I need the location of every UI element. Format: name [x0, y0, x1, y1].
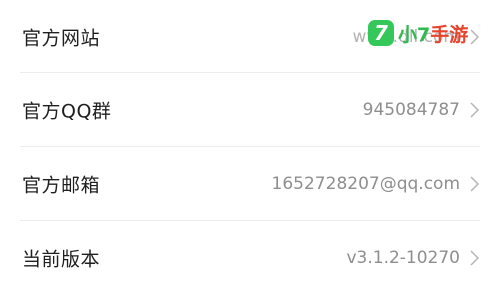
row-label: 官方网站	[22, 27, 101, 49]
official-email-row[interactable]: 官方邮箱 1652728207@qq.com	[0, 147, 500, 220]
row-label: 官方QQ群	[22, 100, 112, 122]
official-qq-group-row[interactable]: 官方QQ群 945084787	[0, 73, 500, 146]
watermark-logo: 7 小7手游	[368, 18, 468, 48]
row-label: 官方邮箱	[22, 174, 101, 196]
logo-text: 小7手游	[398, 20, 468, 47]
chevron-right-icon	[470, 249, 480, 266]
chevron-right-icon	[470, 101, 480, 118]
logo-text-green: 小7	[398, 23, 431, 46]
row-label: 当前版本	[22, 248, 101, 270]
logo-badge-icon: 7	[368, 20, 394, 46]
chevron-right-icon	[470, 28, 480, 45]
row-value: 1652728207@qq.com	[271, 173, 460, 194]
chevron-right-icon	[470, 175, 480, 192]
row-value: v3.1.2-10270	[346, 247, 460, 268]
current-version-row[interactable]: 当前版本 v3.1.2-10270	[0, 221, 500, 294]
logo-text-red: 手游	[430, 23, 469, 46]
row-value: 945084787	[362, 99, 460, 120]
